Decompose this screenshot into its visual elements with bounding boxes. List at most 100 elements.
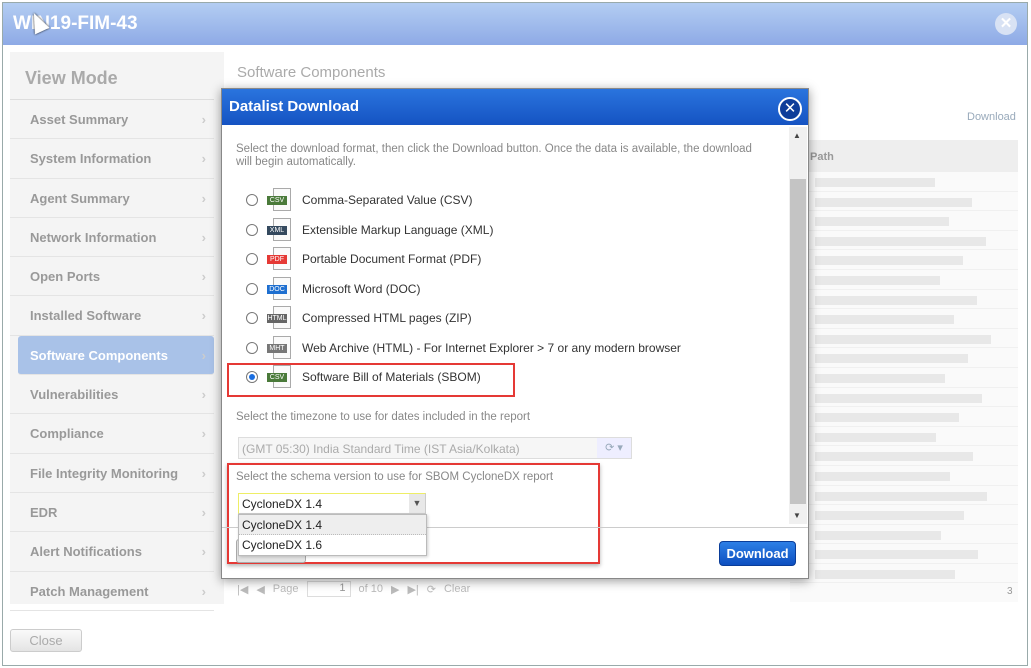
prev-page-icon[interactable]: ◀ [256, 583, 264, 596]
chevron-right-icon: › [201, 151, 206, 167]
sidebar-item[interactable]: Network Information › [10, 218, 214, 258]
table-row[interactable] [790, 250, 1018, 270]
datalist-download-dialog: Datalist Download ✕ Select the download … [221, 88, 809, 579]
table-row[interactable] [790, 486, 1018, 506]
sidebar-item[interactable]: Software Components › [18, 335, 214, 376]
page-of: of 10 [358, 583, 383, 595]
sidebar-item[interactable]: Alert Notifications › [10, 532, 214, 572]
chevron-down-icon[interactable]: ▼ [409, 494, 425, 513]
file-mht-icon: MHT [267, 335, 293, 360]
sidebar-item-label: EDR [30, 504, 58, 520]
table-row[interactable] [790, 427, 1018, 447]
page-input[interactable]: 1 [306, 581, 351, 597]
close-button[interactable]: Close [10, 629, 82, 652]
sidebar-item-label: Vulnerabilities [30, 387, 119, 403]
table-row[interactable] [790, 388, 1018, 408]
table-row[interactable] [790, 192, 1018, 212]
format-option[interactable]: HTML Compressed HTML pages (ZIP) [246, 306, 472, 330]
last-page-icon[interactable]: ▶| [407, 583, 418, 596]
sidebar-item[interactable]: File Integrity Monitoring › [10, 454, 214, 493]
table-row[interactable] [790, 290, 1018, 310]
sidebar-item[interactable]: System Information › [10, 139, 214, 179]
format-label: Comma-Separated Value (CSV) [302, 193, 473, 207]
column-header-path[interactable]: Path [790, 140, 1018, 172]
format-option[interactable]: CSV Comma-Separated Value (CSV) [246, 188, 473, 212]
format-option[interactable]: DOC Microsoft Word (DOC) [246, 276, 421, 301]
table-row[interactable] [790, 446, 1018, 466]
download-link[interactable]: Download [967, 111, 1016, 123]
sidebar-item[interactable]: Asset Summary › [10, 100, 214, 140]
page-label: Page [272, 583, 299, 595]
table-row[interactable] [790, 270, 1018, 290]
table-row[interactable] [790, 348, 1018, 368]
sidebar-item[interactable]: Patch Management › [10, 572, 214, 611]
format-radio[interactable] [246, 341, 258, 354]
format-option[interactable]: XML Extensible Markup Language (XML) [246, 217, 494, 242]
table-row[interactable] [790, 505, 1018, 525]
sidebar-item[interactable]: Agent Summary › [10, 179, 214, 218]
close-icon[interactable]: ✕ [995, 13, 1017, 35]
sidebar-item[interactable]: EDR › [10, 493, 214, 533]
chevron-right-icon: › [201, 347, 206, 363]
sidebar-item-label: Patch Management [30, 583, 149, 599]
format-radio[interactable] [246, 194, 258, 206]
timezone-select[interactable]: (GMT 05:30) India Standard Time (IST Asi… [238, 437, 632, 459]
dialog-intro: Select the download format, then click t… [236, 143, 752, 168]
table-row[interactable] [790, 466, 1018, 486]
format-radio[interactable] [246, 282, 258, 295]
format-radio[interactable] [246, 253, 258, 265]
chevron-right-icon: › [201, 112, 206, 127]
sidebar-item[interactable]: Compliance › [10, 414, 214, 454]
sidebar-item[interactable]: Installed Software › [10, 296, 214, 336]
row-count: 3 [1007, 586, 1013, 597]
file-csv-icon: CSV [267, 188, 293, 212]
format-label: Web Archive (HTML) - For Internet Explor… [302, 340, 681, 355]
table-row[interactable] [790, 544, 1018, 564]
format-option[interactable]: MHT Web Archive (HTML) - For Internet Exp… [246, 335, 681, 360]
chevron-right-icon: › [201, 269, 206, 285]
sidebar-item[interactable]: Vulnerabilities › [10, 375, 214, 415]
table-row[interactable] [790, 329, 1018, 349]
schema-select[interactable]: CycloneDX 1.4 ▼ [238, 493, 426, 514]
table-row[interactable] [790, 525, 1018, 545]
sidebar-item-label: Asset Summary [30, 112, 129, 127]
refresh-icon[interactable]: ⟳ [427, 583, 436, 596]
download-button[interactable]: Download [719, 541, 796, 566]
sidebar-item[interactable]: Open Ports › [10, 257, 214, 297]
sidebar-item-label: Alert Notifications [30, 544, 142, 560]
window-titlebar: WIN19-FIM-43 ✕ [3, 3, 1027, 45]
chevron-right-icon: › [201, 583, 206, 599]
format-radio[interactable] [246, 312, 258, 324]
table-row[interactable] [790, 309, 1018, 329]
format-radio[interactable] [246, 223, 258, 236]
format-option[interactable]: PDF Portable Document Format (PDF) [246, 247, 481, 271]
dialog-scrollbar[interactable]: ▲ ▼ [789, 127, 807, 524]
timezone-label: Select the timezone to use for dates inc… [236, 411, 531, 423]
sidebar-item-label: Network Information [30, 229, 157, 245]
dialog-close-icon[interactable]: ✕ [778, 97, 802, 121]
schema-value: CycloneDX 1.4 [242, 497, 323, 511]
chevron-right-icon: › [201, 229, 206, 245]
first-page-icon[interactable]: |◀ [237, 583, 248, 596]
table-row[interactable] [790, 231, 1018, 251]
table-row[interactable] [790, 407, 1018, 427]
format-label: Extensible Markup Language (XML) [302, 222, 494, 237]
sidebar-item-label: Open Ports [30, 269, 101, 285]
components-grid: Path [790, 140, 1018, 602]
table-row[interactable] [790, 211, 1018, 231]
next-page-icon[interactable]: ▶ [391, 583, 399, 596]
refresh-dropdown-icon[interactable]: ⟳ ▾ [597, 438, 631, 458]
table-row[interactable] [790, 564, 1018, 584]
format-label: Microsoft Word (DOC) [302, 281, 421, 296]
table-row[interactable] [790, 368, 1018, 388]
chevron-right-icon: › [201, 426, 206, 442]
chevron-right-icon: › [201, 190, 206, 206]
file-xml-icon: XML [267, 217, 293, 242]
schema-label: Select the schema version to use for SBO… [236, 471, 554, 483]
clear-button[interactable]: Clear [444, 583, 470, 595]
schema-option[interactable]: CycloneDX 1.4 [239, 515, 426, 535]
chevron-right-icon: › [201, 308, 206, 324]
dialog-title: Datalist Download [222, 89, 808, 125]
table-row[interactable] [790, 172, 1018, 192]
schema-option[interactable]: CycloneDX 1.6 [239, 535, 426, 555]
